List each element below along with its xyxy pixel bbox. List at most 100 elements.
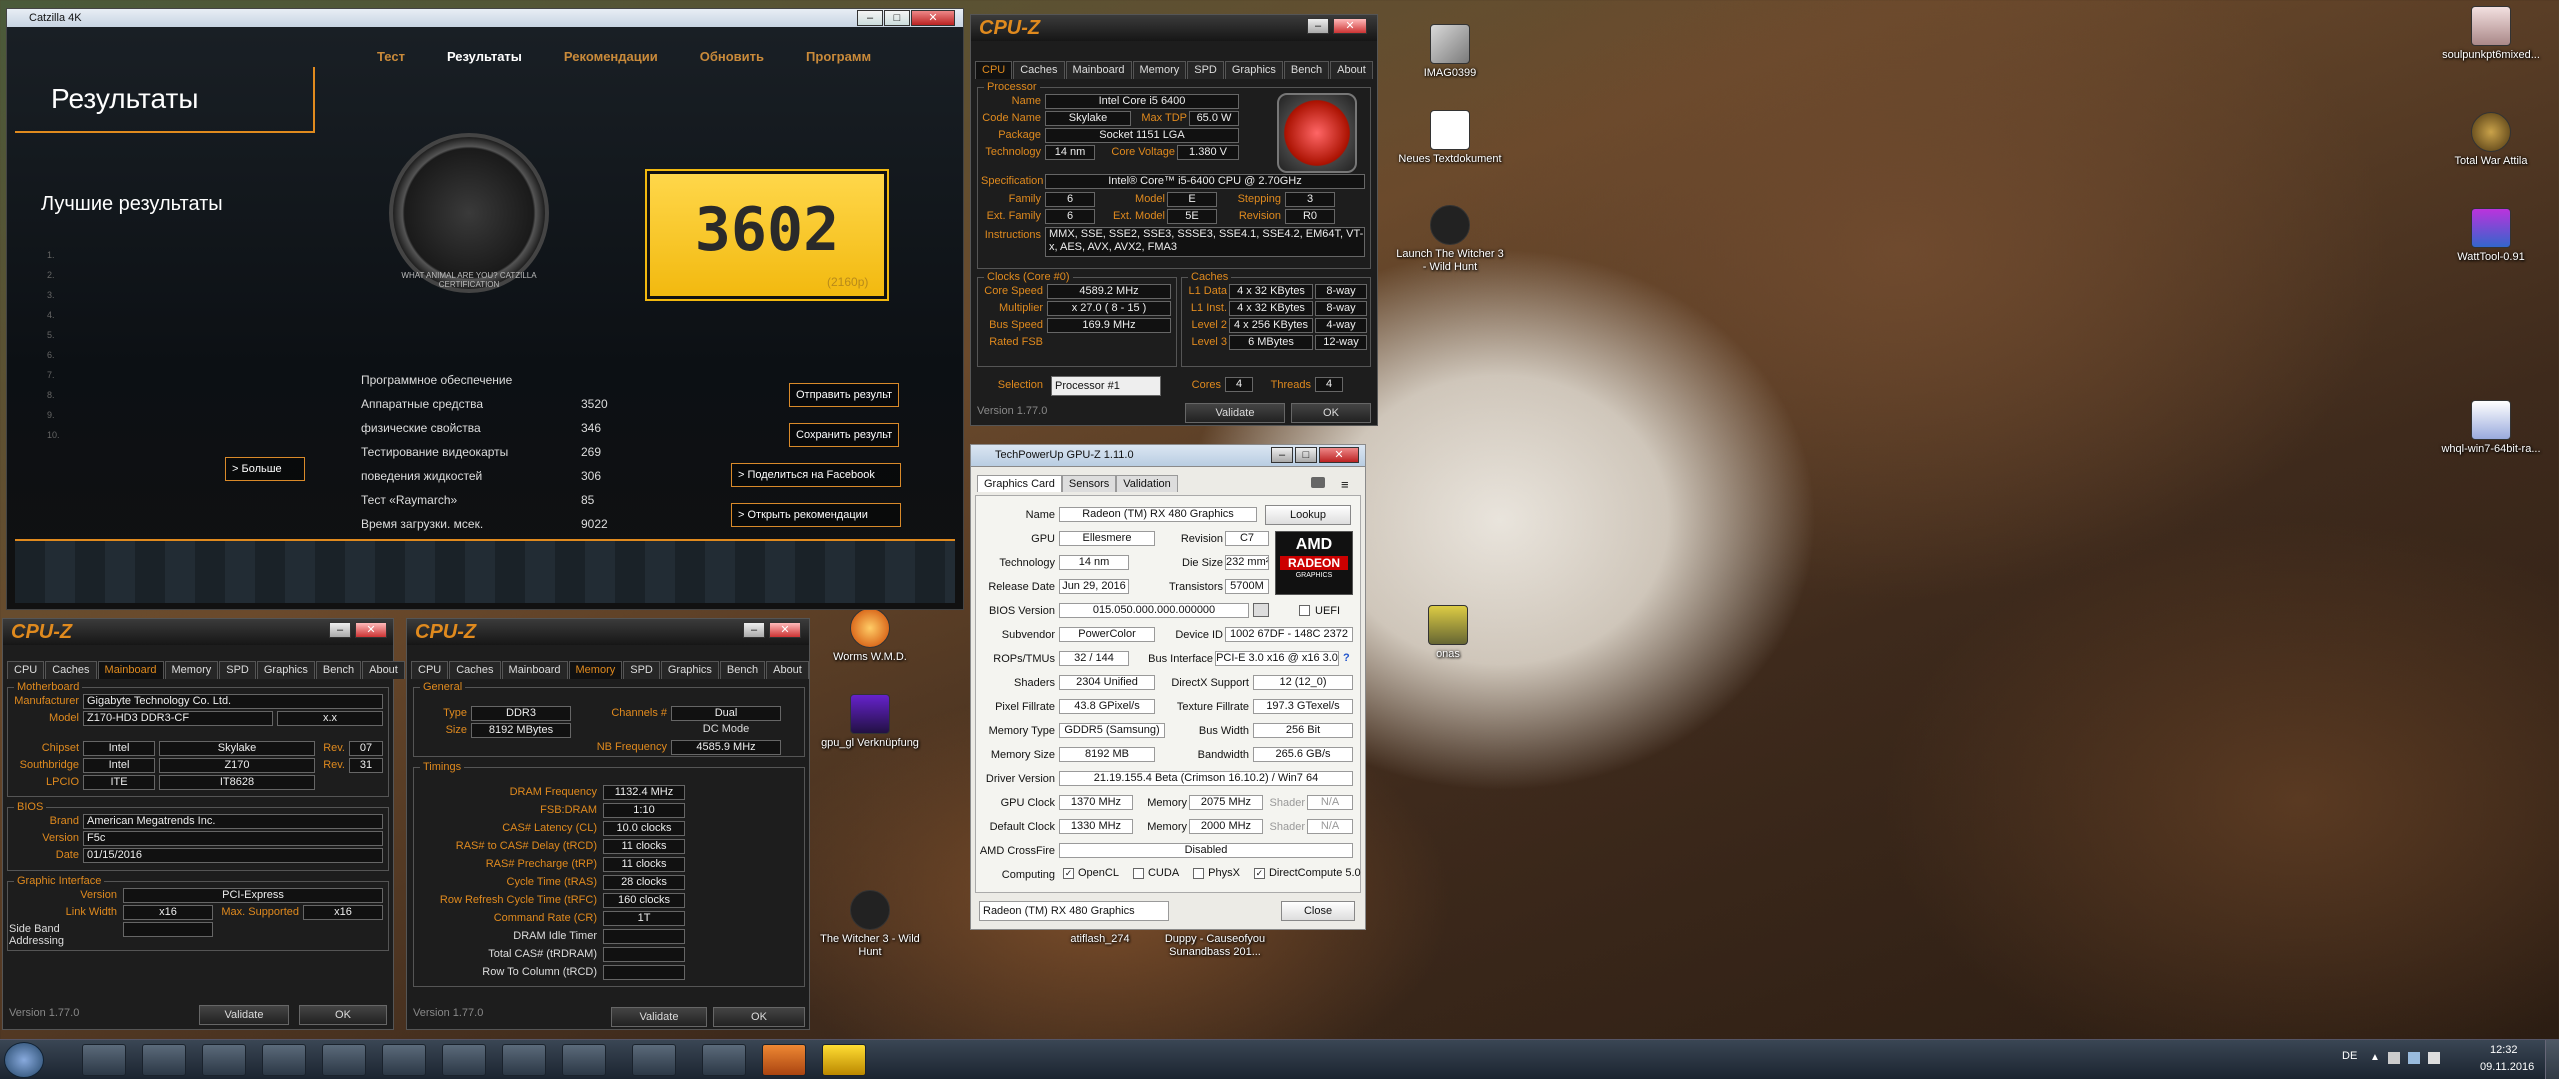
- steam-icon[interactable]: [382, 1044, 426, 1076]
- desktop-icon-gpugl[interactable]: gpu_gl Verknüpfung: [815, 694, 925, 750]
- desktop-icon-whql[interactable]: whql-win7-64bit-ra...: [2436, 400, 2546, 456]
- tab-sensors[interactable]: Sensors: [1061, 475, 1117, 492]
- validate-button[interactable]: Validate: [611, 1007, 707, 1027]
- opencl-checkbox[interactable]: ✓: [1063, 867, 1074, 879]
- close-button[interactable]: ✕: [769, 622, 801, 638]
- tab-bench[interactable]: Bench: [315, 661, 362, 679]
- open-recommendations-button[interactable]: > Открыть рекомендации: [731, 503, 901, 527]
- utility-task-icon[interactable]: [632, 1044, 676, 1076]
- tray-arrow-icon[interactable]: ▲: [2370, 1052, 2380, 1064]
- desktop-icon-witcher-launch[interactable]: Launch The Witcher 3 - Wild Hunt: [1395, 205, 1505, 274]
- show-desktop-button[interactable]: [2545, 1040, 2559, 1079]
- tab-memory[interactable]: Memory: [1132, 61, 1187, 79]
- tab-spd[interactable]: SPD: [623, 661, 660, 679]
- explorer-icon[interactable]: [142, 1044, 186, 1076]
- photoshop-icon[interactable]: [442, 1044, 486, 1076]
- minimize-button[interactable]: –: [1307, 18, 1329, 34]
- more-button[interactable]: > Больше: [225, 457, 305, 481]
- minimize-button[interactable]: –: [743, 622, 765, 638]
- ie-icon[interactable]: [82, 1044, 126, 1076]
- nav-update[interactable]: Обновить: [700, 49, 764, 64]
- ok-button[interactable]: OK: [299, 1005, 387, 1025]
- chrome-icon[interactable]: [262, 1044, 306, 1076]
- tab-spd[interactable]: SPD: [219, 661, 256, 679]
- cpuz-task-icon[interactable]: [762, 1044, 806, 1076]
- camera-icon[interactable]: [1311, 477, 1325, 488]
- tab-about[interactable]: About: [1330, 61, 1373, 79]
- ok-button[interactable]: OK: [713, 1007, 805, 1027]
- titlebar[interactable]: TechPowerUp GPU-Z 1.11.0 – □ ✕: [971, 445, 1365, 467]
- tab-mainboard[interactable]: Mainboard: [1065, 61, 1132, 79]
- tab-mainboard[interactable]: Mainboard: [97, 661, 164, 679]
- witcher-task-icon[interactable]: [502, 1044, 546, 1076]
- media-player-icon[interactable]: [202, 1044, 246, 1076]
- titlebar[interactable]: CPU-Z – ✕: [3, 619, 393, 645]
- lookup-button[interactable]: Lookup: [1265, 505, 1351, 525]
- nav-program[interactable]: Программ: [806, 49, 871, 64]
- desktop-icon-imag0399[interactable]: IMAG0399: [1395, 24, 1505, 80]
- gpuz-task-icon[interactable]: [702, 1044, 746, 1076]
- nav-test[interactable]: Тест: [377, 49, 405, 64]
- ok-button[interactable]: OK: [1291, 403, 1371, 423]
- tab-bench[interactable]: Bench: [719, 661, 766, 679]
- titlebar[interactable]: CPU-Z – ✕: [971, 15, 1377, 41]
- tab-graphics-card[interactable]: Graphics Card: [977, 475, 1062, 492]
- tab-bench[interactable]: Bench: [1283, 61, 1330, 79]
- tab-spd[interactable]: SPD: [1187, 61, 1224, 79]
- menu-icon[interactable]: ≡: [1341, 477, 1349, 492]
- uefi-checkbox[interactable]: [1299, 605, 1310, 616]
- processor-select[interactable]: Processor #1: [1051, 376, 1161, 396]
- close-gpuz-button[interactable]: Close: [1281, 901, 1355, 921]
- minimize-button[interactable]: –: [1271, 447, 1293, 463]
- desktop-icon-attila[interactable]: Total War Attila: [2436, 112, 2546, 168]
- facebook-share-button[interactable]: > Поделиться на Facebook: [731, 463, 901, 487]
- close-button[interactable]: ✕: [1333, 18, 1367, 34]
- tab-about[interactable]: About: [362, 661, 405, 679]
- gpu-tool-icon[interactable]: [322, 1044, 366, 1076]
- tab-graphics[interactable]: Graphics: [1224, 61, 1283, 79]
- desktop-icon-textdoc[interactable]: Neues Textdokument: [1395, 110, 1505, 166]
- desktop-icon-onas[interactable]: onas: [1393, 605, 1503, 661]
- desktop-icon-watttool[interactable]: WattTool-0.91: [2436, 208, 2546, 264]
- send-result-button[interactable]: Отправить результ: [789, 383, 899, 407]
- tab-memory[interactable]: Memory: [568, 661, 623, 679]
- tray-network-icon[interactable]: [2407, 1052, 2420, 1064]
- nav-results[interactable]: Результаты: [447, 49, 522, 64]
- minimize-button[interactable]: –: [857, 10, 883, 26]
- tab-graphics[interactable]: Graphics: [256, 661, 315, 679]
- start-button[interactable]: [4, 1042, 44, 1078]
- minimize-button[interactable]: –: [329, 622, 351, 638]
- validate-button[interactable]: Validate: [199, 1005, 289, 1025]
- tab-memory[interactable]: Memory: [164, 661, 219, 679]
- close-button[interactable]: ✕: [1319, 447, 1359, 463]
- clock-date[interactable]: 09.11.2016: [2480, 1061, 2534, 1073]
- tab-caches[interactable]: Caches: [449, 661, 501, 679]
- share-icon[interactable]: [1253, 603, 1269, 617]
- tray-volume-icon[interactable]: [2427, 1052, 2440, 1064]
- tab-validation[interactable]: Validation: [1116, 475, 1178, 492]
- catzilla-task-icon[interactable]: [822, 1044, 866, 1076]
- directcompute-checkbox[interactable]: ✓: [1253, 867, 1265, 879]
- desktop-icon-witcher[interactable]: The Witcher 3 - Wild Hunt: [815, 890, 925, 959]
- tab-caches[interactable]: Caches: [1013, 61, 1065, 79]
- tab-graphics[interactable]: Graphics: [660, 661, 719, 679]
- maximize-button[interactable]: □: [884, 10, 910, 26]
- validate-button[interactable]: Validate: [1185, 403, 1285, 423]
- help-icon[interactable]: ?: [1343, 652, 1350, 664]
- tab-caches[interactable]: Caches: [45, 661, 97, 679]
- tab-mainboard[interactable]: Mainboard: [501, 661, 568, 679]
- close-button[interactable]: ✕: [911, 10, 955, 26]
- nav-recommendations[interactable]: Рекомендации: [564, 49, 658, 64]
- cuda-checkbox[interactable]: [1132, 867, 1144, 879]
- tab-cpu[interactable]: CPU: [7, 661, 45, 679]
- save-result-button[interactable]: Сохранить результ: [789, 423, 899, 447]
- tab-about[interactable]: About: [766, 661, 809, 679]
- gpu-select[interactable]: Radeon (TM) RX 480 Graphics: [979, 901, 1169, 921]
- desktop-icon-worms[interactable]: Worms W.M.D.: [815, 608, 925, 664]
- tray-flag-icon[interactable]: [2387, 1052, 2400, 1064]
- tab-cpu[interactable]: CPU: [411, 661, 449, 679]
- physx-checkbox[interactable]: [1193, 867, 1205, 879]
- catzilla-titlebar[interactable]: Catzilla 4K: [7, 9, 963, 27]
- titlebar[interactable]: CPU-Z – ✕: [407, 619, 809, 645]
- maximize-button[interactable]: □: [1295, 447, 1317, 463]
